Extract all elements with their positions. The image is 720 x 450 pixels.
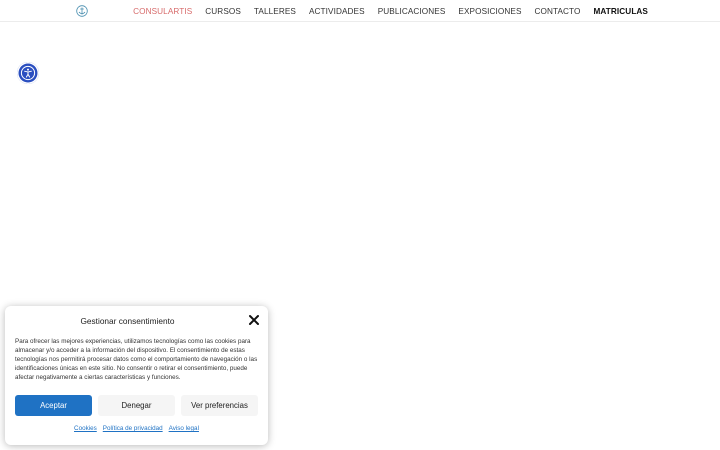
nav-item-actividades[interactable]: ACTIVIDADES [309,7,365,16]
nav-item-matriculas[interactable]: MATRICULAS [593,7,648,16]
accept-button[interactable]: Aceptar [15,395,92,416]
view-preferences-button[interactable]: Ver preferencias [181,395,258,416]
site-header: CONSULARTIS CURSOS TALLERES ACTIVIDADES … [0,0,720,22]
accessibility-icon [20,65,36,81]
nav-item-talleres[interactable]: TALLERES [254,7,296,16]
legal-notice-link[interactable]: Aviso legal [169,425,199,432]
consent-links: Cookies Política de privacidad Aviso leg… [5,425,268,432]
consent-title: Gestionar consentimiento [80,316,175,326]
nav-item-consulartis[interactable]: CONSULARTIS [133,7,192,16]
consent-buttons: Aceptar Denegar Ver preferencias [15,395,258,416]
nav-item-exposiciones[interactable]: EXPOSICIONES [458,7,521,16]
nav-item-publicaciones[interactable]: PUBLICACIONES [378,7,446,16]
consent-description: Para ofrecer las mejores experiencias, u… [15,338,258,382]
nav-item-contacto[interactable]: CONTACTO [535,7,581,16]
nav-item-cursos[interactable]: CURSOS [205,7,241,16]
main-nav: CONSULARTIS CURSOS TALLERES ACTIVIDADES … [133,0,648,22]
privacy-policy-link[interactable]: Política de privacidad [103,425,163,432]
cookie-consent-dialog: Gestionar consentimiento Para ofrecer la… [5,306,268,445]
accessibility-button[interactable] [17,62,39,84]
cookies-link[interactable]: Cookies [74,425,97,432]
deny-button[interactable]: Denegar [98,395,175,416]
close-icon[interactable] [248,314,260,326]
anchor-logo-icon[interactable] [76,5,88,17]
